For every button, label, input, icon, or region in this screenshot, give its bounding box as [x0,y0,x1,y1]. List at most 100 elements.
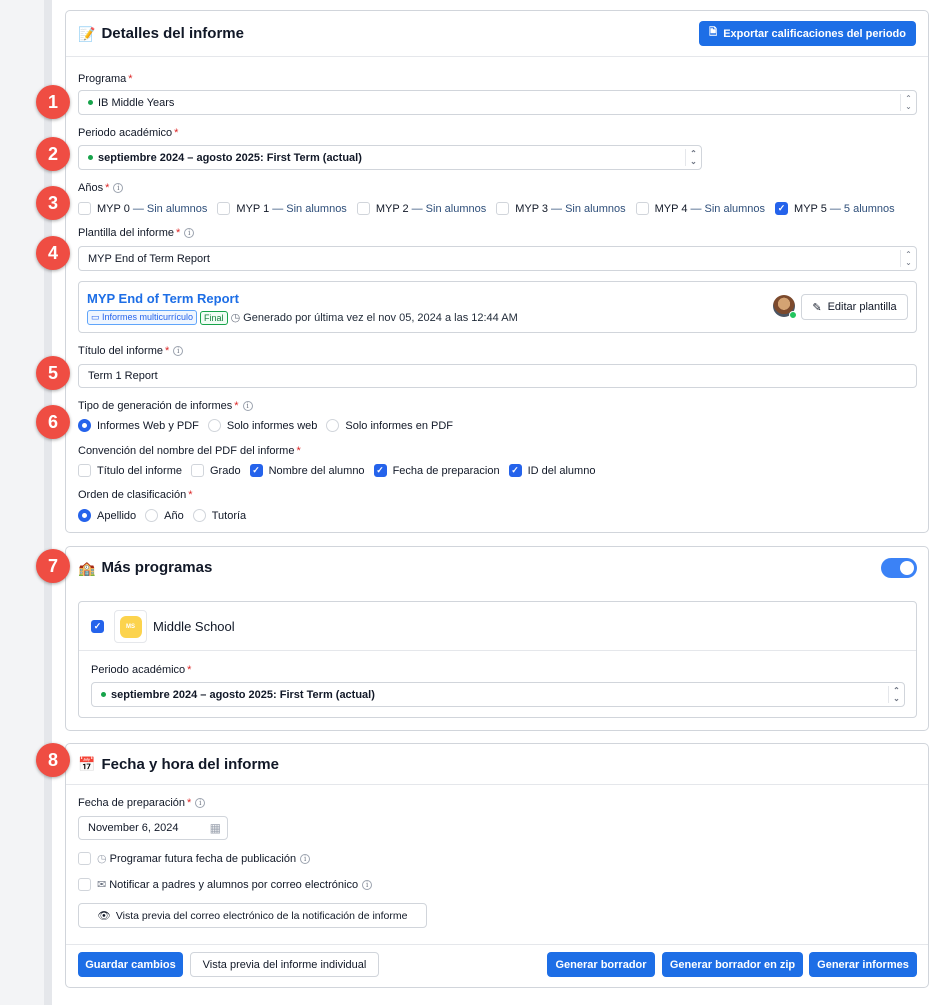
year-checkbox[interactable] [217,202,231,215]
orden-label: Orden de clasificación * [78,489,193,501]
multicurriculum-tag: ▭ Informes multicurrículo [87,310,198,325]
step-badge-6: 6 [36,405,70,439]
calendar-icon: 📅 [78,756,96,772]
year-option[interactable]: MYP 3— Sin alumnos [496,202,626,215]
more-periodo-select[interactable]: septiembre 2024 – agosto 2025: First Ter… [91,682,905,707]
generate-draft-zip-button[interactable]: Generar borrador en zip [662,952,803,977]
convencion-checkbox[interactable] [190,464,204,477]
programa-select[interactable]: IB Middle Years ⌃ ⌄ [78,90,917,115]
select-caret-icon: ⌃ ⌄ [900,94,916,111]
year-checkbox[interactable]: ✓ [775,202,789,215]
year-checkbox[interactable] [356,202,370,215]
info-icon: i [300,853,311,864]
year-checkbox[interactable] [635,202,649,215]
fecha-input[interactable]: November 6, 2024 ▦ [78,816,228,840]
year-student-count: — Sin alumnos [551,202,626,215]
year-option[interactable]: MYP 4— Sin alumnos [635,202,766,215]
step-badge-3: 3 [36,186,70,220]
step-badge-4: 4 [36,236,70,270]
convencion-label: Título del informe [97,464,182,477]
year-label: MYP 2 [375,202,409,215]
year-option[interactable]: MYP 1— Sin alumnos [217,202,347,215]
convencion-checkbox-group: Título del informe Grado ✓ Nombre del alumn… [78,464,604,477]
step-badge-8: 8 [36,743,70,777]
more-programs-header: 🏫 Más programas [66,547,928,588]
select-caret-icon: ⌃ ⌄ [900,250,916,267]
convencion-option[interactable]: Grado [190,464,241,477]
orden-radio-group: Apellido Año Tutoría [78,509,255,522]
tipo-radio[interactable] [207,419,221,432]
convencion-option[interactable]: ✓ ID del alumno [508,464,595,477]
tipo-label: Solo informes web [226,419,318,432]
year-option[interactable]: MYP 0— Sin alumnos [78,202,207,215]
tipo-radio[interactable] [78,419,91,432]
preview-email-button[interactable]: 👁 Vista previa del correo electrónico de… [78,903,427,928]
periodo-select[interactable]: septiembre 2024 – agosto 2025: First Ter… [78,145,702,170]
calendar-picker-icon: ▦ [209,821,221,835]
more-programs-title: Más programas [101,559,213,576]
year-student-count: — Sin alumnos [690,202,766,215]
orden-label: Apellido [97,509,137,522]
plantilla-select[interactable]: MYP End of Term Report ⌃ ⌄ [78,246,917,271]
generate-reports-button[interactable]: Generar informes [809,952,917,977]
info-icon: i [362,879,373,890]
details-panel: 📝 Detalles del informe 🗎 Exportar califi… [65,10,929,533]
generated-text: Generado por última vez el nov 05, 2024 … [243,311,518,324]
orden-option[interactable]: Año [145,509,184,522]
final-tag: Final [200,310,228,325]
step-badge-2: 2 [36,137,70,171]
export-grades-button[interactable]: 🗎 Exportar calificaciones del periodo [699,21,916,46]
convencion-label: Fecha de preparacion [392,464,500,477]
year-label: MYP 4 [654,202,688,215]
datetime-header: 📅 Fecha y hora del informe [66,744,928,785]
tipo-option[interactable]: Informes Web y PDF [78,419,199,432]
orden-option[interactable]: Apellido [78,509,136,522]
avatar [773,295,797,319]
year-checkbox[interactable] [78,202,91,215]
orden-radio[interactable] [145,509,159,522]
year-student-count: — 5 alumnos [829,202,895,215]
convencion-label: Convención del nombre del PDF del inform… [78,445,301,457]
tipo-option[interactable]: Solo informes web [207,419,318,432]
main-content: 📝 Detalles del informe 🗎 Exportar califi… [52,0,948,1005]
fecha-label: Fecha de preparación * i [78,797,206,809]
year-checkbox[interactable] [496,202,510,215]
convencion-checkbox[interactable]: ✓ [373,464,387,477]
titulo-input[interactable]: Term 1 Report [78,364,917,388]
preview-report-button[interactable]: Vista previa del informe individual [190,952,379,977]
save-button[interactable]: Guardar cambios [78,952,183,977]
program-checkbox[interactable]: ✓ [91,620,104,633]
more-periodo-label: Periodo académico * [91,664,192,676]
orden-radio[interactable] [78,509,91,522]
datetime-panel: 📅 Fecha y hora del informe Fecha de prep… [65,743,929,988]
convencion-option[interactable]: ✓ Fecha de preparacion [373,464,500,477]
convencion-checkbox[interactable]: ✓ [508,464,522,477]
pencil-icon: ✎ [812,301,822,314]
tipo-option[interactable]: Solo informes en PDF [326,419,453,432]
tipo-radio[interactable] [326,419,340,432]
orden-radio[interactable] [192,509,206,522]
periodo-label: Periodo académico * [78,127,179,139]
schedule-checkbox[interactable] [78,852,91,865]
convencion-checkbox[interactable] [78,464,91,477]
years-checkbox-group: MYP 0— Sin alumnos MYP 1— Sin alumnos MYP … [78,202,905,215]
convencion-option[interactable]: Título del informe [78,464,182,477]
edit-template-button[interactable]: ✎ Editar plantilla [801,294,908,320]
more-programs-panel: 🏫 Más programas ✓ MS Middle School Perio… [65,546,929,731]
more-programs-toggle[interactable] [881,558,917,578]
program-card: ✓ MS Middle School Periodo académico * se… [78,601,917,718]
convencion-checkbox[interactable]: ✓ [249,464,263,477]
tipo-radio-group: Informes Web y PDF Solo informes web Solo … [78,419,462,432]
info-icon: i [242,401,253,411]
details-title: Detalles del informe [101,25,244,42]
year-option[interactable]: MYP 2— Sin alumnos [356,202,486,215]
notify-checkbox[interactable] [78,878,91,891]
tipo-label: Tipo de generación de informes * i [78,400,253,412]
year-option[interactable]: ✓ MYP 5— 5 alumnos [775,202,895,215]
template-name-link[interactable]: MYP End of Term Report [87,291,239,306]
generate-draft-button[interactable]: Generar borrador [547,952,655,977]
clock-icon: ◷ [97,853,107,865]
year-label: MYP 3 [515,202,549,215]
orden-option[interactable]: Tutoría [192,509,246,522]
convencion-option[interactable]: ✓ Nombre del alumno [249,464,365,477]
